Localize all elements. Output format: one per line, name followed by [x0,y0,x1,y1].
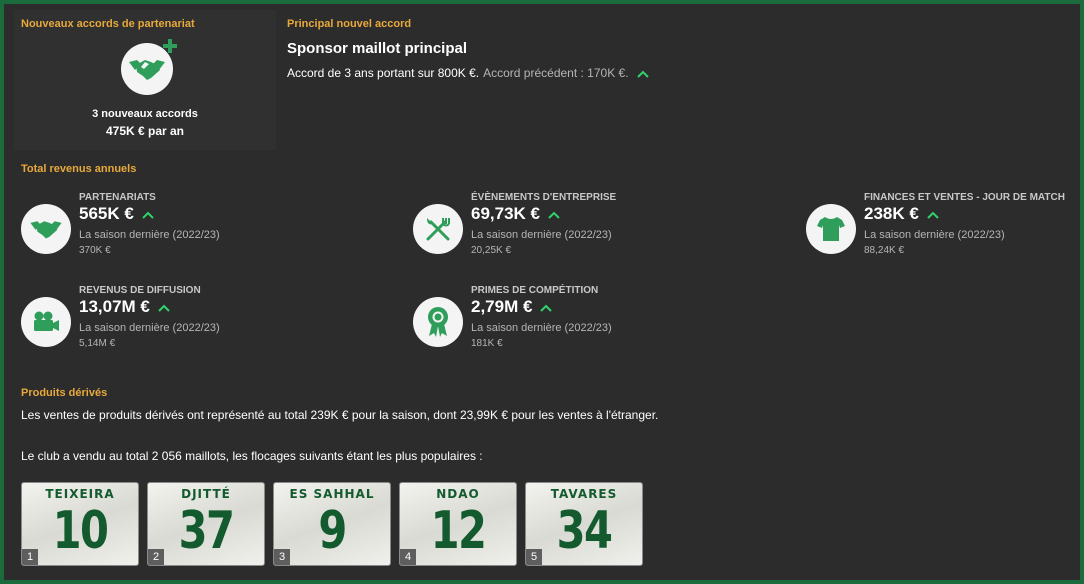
stat-value: 565K € [79,204,154,224]
cutlery-icon [413,204,463,254]
jersey-rank: 5 [526,549,542,565]
main-deal-label: Principal nouvel accord [287,18,412,30]
revenue-prize-money: PRIMES DE COMPÉTITION 2,79M € La saison … [413,285,743,365]
chevron-up-icon [548,211,560,219]
chevron-up-icon [158,304,170,312]
jersey-number: 34 [556,501,613,561]
stat-label: ÉVÈNEMENTS D'ENTREPRISE [471,192,617,203]
chevron-up-icon [927,211,939,219]
jersey-number: 12 [430,501,487,561]
jersey-name: ES SAHHAL [289,487,375,501]
jersey-rank: 3 [274,549,290,565]
revenue-corporate-events: ÉVÈNEMENTS D'ENTREPRISE 69,73K € La sais… [413,192,743,272]
main-deal-terms: Accord de 3 ans portant sur 800K €. [287,66,480,80]
stat-prev-value: 181K € [471,338,503,349]
revenue-broadcast: REVENUS DE DIFFUSION 13,07M € La saison … [21,285,351,365]
main-deal-description: Accord de 3 ans portant sur 800K €. Accor… [287,66,649,80]
jersey-rank: 4 [400,549,416,565]
stat-label: REVENUS DE DIFFUSION [79,285,201,296]
video-camera-icon [21,297,71,347]
revenue-partnerships: PARTENARIATS 565K € La saison dernière (… [21,192,351,272]
jersey-card[interactable]: DJITTÉ 37 2 [147,482,265,566]
rosette-icon [413,297,463,347]
stat-value: 13,07M € [79,297,170,317]
stat-label: FINANCES ET VENTES - JOUR DE MATCH [864,192,1065,203]
stat-prev-value: 370K € [79,245,111,256]
new-deals-count: 3 nouveaux accords [92,108,198,120]
jersey-number: 37 [178,501,235,561]
jersey-rank: 1 [22,549,38,565]
new-deals-box: Nouveaux accords de partenariat 3 nouvea… [14,10,276,150]
stat-prev-value: 5,14M € [79,338,116,349]
stat-prev-label: La saison dernière (2022/23) [79,322,220,334]
merch-title: Produits dérivés [21,387,108,399]
chevron-up-icon [142,211,154,219]
stat-prev-value: 20,25K € [471,245,512,256]
jersey-card[interactable]: TEIXEIRA 10 1 [21,482,139,566]
stat-prev-label: La saison dernière (2022/23) [79,229,220,241]
finance-panel: Nouveaux accords de partenariat 3 nouvea… [4,4,1080,580]
revenue-matchday: FINANCES ET VENTES - JOUR DE MATCH 238K … [806,192,1076,272]
shirt-icon [806,204,856,254]
stat-label: PRIMES DE COMPÉTITION [471,285,599,296]
jersey-name: DJITTÉ [181,487,231,501]
jersey-number: 10 [52,501,109,561]
main-deal-title: Sponsor maillot principal [287,40,468,57]
merch-sales-text: Les ventes de produits dérivés ont repré… [21,408,659,422]
stat-value: 69,73K € [471,204,560,224]
jersey-number: 9 [318,501,347,561]
new-deals-title: Nouveaux accords de partenariat [21,18,195,30]
jersey-card[interactable]: ES SAHHAL 9 3 [273,482,391,566]
chevron-up-icon [636,70,649,78]
new-deals-per-year: 475K € par an [105,124,185,138]
chevron-up-icon [540,304,553,312]
stat-value: 2,79M € [471,297,553,317]
stat-prev-label: La saison dernière (2022/23) [471,229,612,241]
stat-prev-label: La saison dernière (2022/23) [864,229,1005,241]
jersey-name: TAVARES [550,487,618,501]
jersey-name: TEIXEIRA [45,487,115,501]
revenue-title: Total revenus annuels [21,163,137,175]
jersey-name: NDAO [436,487,480,501]
handshake-icon [21,204,71,254]
jersey-card[interactable]: NDAO 12 4 [399,482,517,566]
plus-icon [162,38,178,54]
stat-value: 238K € [864,204,939,224]
stat-prev-label: La saison dernière (2022/23) [471,322,612,334]
stat-label: PARTENARIATS [79,192,156,203]
jersey-rank: 2 [148,549,164,565]
main-deal-previous: Accord précédent : 170K €. [483,66,629,80]
jersey-card[interactable]: TAVARES 34 5 [525,482,643,566]
stat-prev-value: 88,24K € [864,245,905,256]
merch-shirts-text: Le club a vendu au total 2 056 maillots,… [21,449,483,463]
